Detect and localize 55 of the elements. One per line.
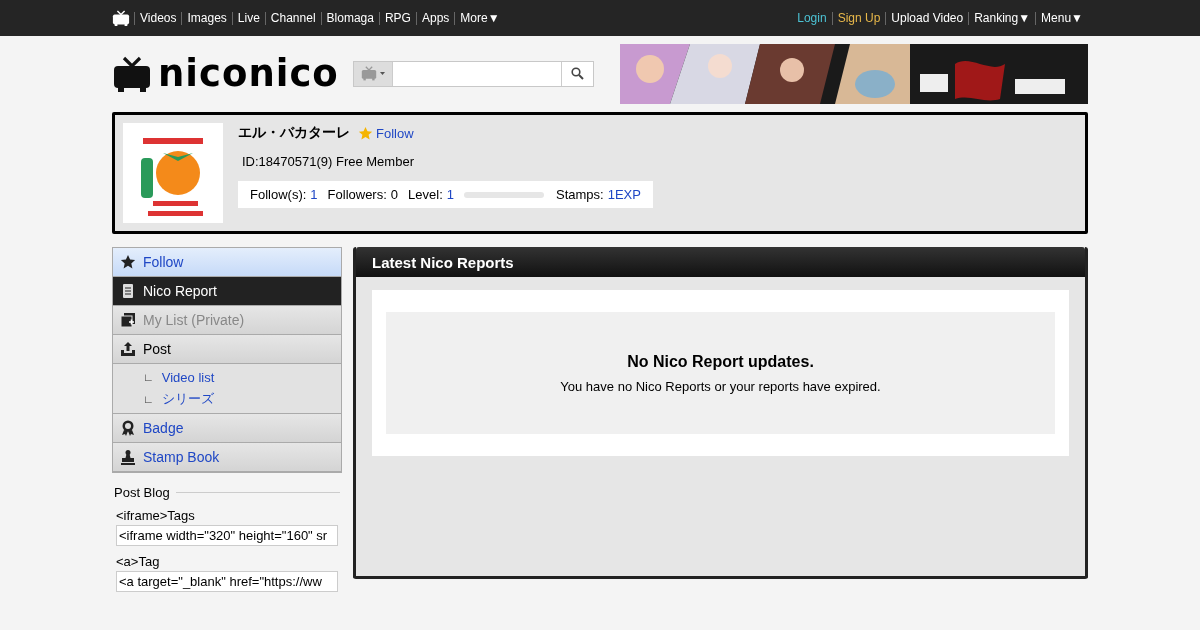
user-name: エル・バカターレ xyxy=(238,124,350,142)
stat-label: Level: xyxy=(408,187,443,202)
nav-link[interactable]: Videos xyxy=(134,11,182,25)
stamp-icon xyxy=(120,449,136,465)
nav-link[interactable]: Apps xyxy=(415,11,455,25)
stat-value[interactable]: 1 xyxy=(446,187,454,202)
user-id: ID:18470571(9) Free Member xyxy=(242,154,415,169)
sidebar-item[interactable]: Follow xyxy=(113,248,341,277)
nav-link[interactable]: Channel xyxy=(264,11,321,25)
code-field[interactable]: <iframe width="320" height="160" sr xyxy=(116,525,338,546)
branch-mark: ∟ xyxy=(143,393,154,405)
sidebar-item[interactable]: Badge xyxy=(113,414,341,443)
nav-link[interactable]: Upload Video xyxy=(885,11,969,25)
caret-icon xyxy=(379,72,385,75)
stat-value[interactable]: 1 xyxy=(310,187,318,202)
nav-link[interactable]: RPG xyxy=(378,11,416,25)
tv-icon xyxy=(360,66,377,81)
stat-label: Stamps: xyxy=(556,187,604,202)
site-logo[interactable]: niconico xyxy=(158,52,339,95)
star-icon xyxy=(120,254,136,270)
nav-link[interactable]: Images xyxy=(181,11,232,25)
field-label: <a>Tag xyxy=(116,554,161,569)
branch-mark: ∟ xyxy=(143,371,154,383)
nav-link[interactable]: Ranking▼ xyxy=(968,11,1036,25)
stat-value: 0 xyxy=(390,187,399,202)
document-icon xyxy=(120,283,136,299)
nav-link[interactable]: Sign Up xyxy=(831,11,886,25)
badge-icon xyxy=(120,420,136,436)
sidebar-subitem[interactable]: シリーズ xyxy=(161,390,214,408)
nav-link[interactable]: Menu▼ xyxy=(1035,11,1088,25)
follow-link[interactable]: Follow xyxy=(358,125,414,141)
search-field[interactable] xyxy=(352,60,594,87)
tv-logo-icon xyxy=(112,55,152,92)
nav-link[interactable]: More▼ xyxy=(454,11,505,25)
panel-title: Latest Nico Reports xyxy=(356,247,1085,277)
stat-label: Followers: xyxy=(327,187,387,202)
nav-link[interactable]: Login xyxy=(792,11,832,25)
add-list-icon xyxy=(120,312,136,328)
empty-title: No Nico Report updates. xyxy=(627,352,814,371)
sidebar-item[interactable]: Post xyxy=(113,335,341,364)
sidebar-item[interactable]: Stamp Book xyxy=(113,443,341,472)
tv-icon xyxy=(112,9,130,27)
stat-value[interactable]: 1EXP xyxy=(607,187,641,202)
field-label: <iframe>Tags xyxy=(116,508,196,523)
code-field[interactable]: <a target="_blank" href="https://ww xyxy=(116,571,338,592)
stat-label: Follow(s): xyxy=(250,187,307,202)
upload-icon xyxy=(120,341,136,357)
section-title: Post Blog xyxy=(114,485,170,500)
nav-link[interactable]: Live xyxy=(231,11,265,25)
search-icon xyxy=(570,67,584,80)
nav-link[interactable]: Blomaga xyxy=(320,11,379,25)
empty-text: You have no Nico Reports or your reports have expired. xyxy=(560,378,881,394)
sidebar-subitem[interactable]: Video list xyxy=(161,369,215,385)
star-icon xyxy=(358,125,373,141)
sidebar-item[interactable]: Nico Report xyxy=(113,277,341,306)
